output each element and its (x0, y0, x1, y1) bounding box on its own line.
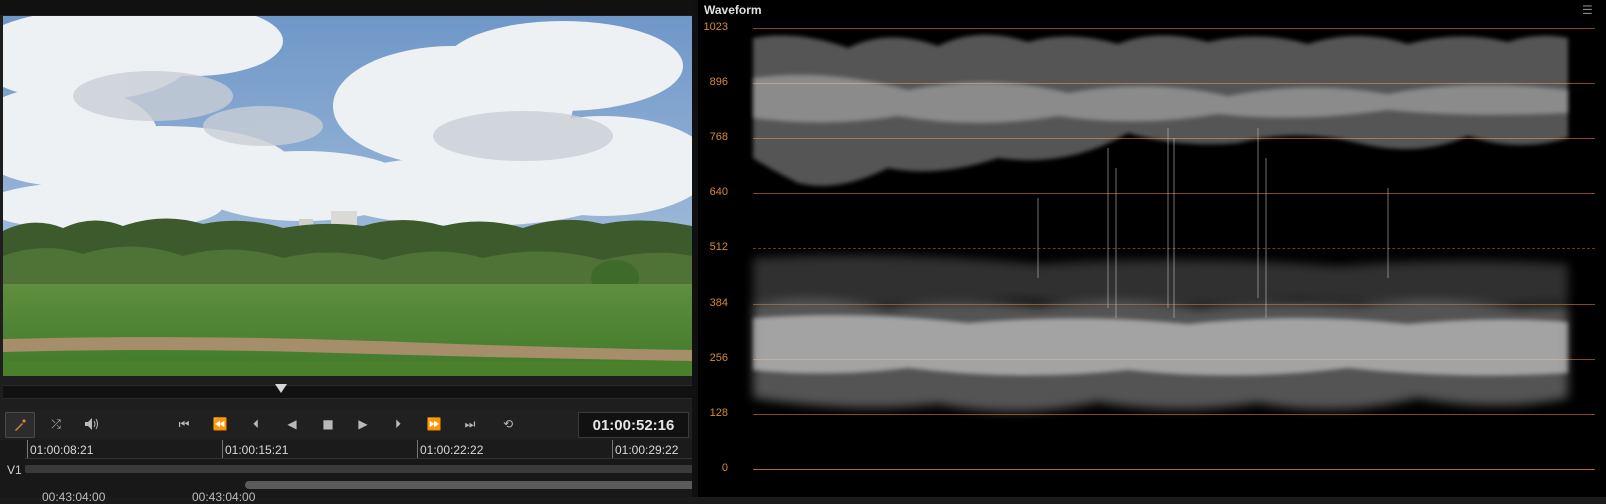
menu-icon[interactable]: ☰ (1582, 3, 1593, 17)
viewer-header (0, 0, 692, 15)
scale-label: 128 (709, 407, 728, 419)
loop-icon[interactable]: ⟲ (495, 413, 521, 435)
ruler-label: 01:00:08:21 (30, 443, 94, 457)
ruler-label: 01:00:29:22 (615, 443, 679, 457)
ruler-label: 01:00:22:22 (420, 443, 484, 457)
scale-label: 768 (709, 131, 728, 143)
stop-icon[interactable]: ■ (315, 413, 341, 435)
waveform-trace (753, 34, 1568, 412)
ruler-tick (417, 440, 418, 458)
rewind-icon[interactable]: ⏪ (207, 413, 233, 435)
waveform-plot: 1023 896 768 640 512 384 256 128 0 (698, 18, 1606, 497)
video-track-lane[interactable] (25, 465, 700, 473)
viewer-panel: ⤮ ⏮ ⏪ ⏴ ◀ ■ ▶ ⏵ ⏩ ⏭ ⟲ 01:00:52:16 01:00:… (0, 0, 700, 504)
landscape-image (3, 16, 692, 376)
skip-to-end-icon[interactable]: ⏭ (457, 413, 483, 435)
viewer-frame[interactable] (3, 16, 692, 376)
prev-frame-icon[interactable]: ⏴ (243, 413, 269, 435)
scale-label: 1023 (703, 21, 728, 33)
clip-timecode: 00:43:04:00 (192, 490, 256, 504)
mini-timeline: 01:00:08:21 01:00:15:21 01:00:22:22 01:0… (0, 440, 700, 504)
scale-label: 0 (721, 462, 728, 474)
skip-to-start-icon[interactable]: ⏮ (171, 413, 197, 435)
scale-label: 896 (709, 76, 728, 88)
color-picker-icon[interactable] (5, 412, 35, 438)
ruler-label: 01:00:15:21 (225, 443, 289, 457)
timecode-display[interactable]: 01:00:52:16 (578, 412, 689, 438)
waveform-panel: Waveform 1023 896 768 640 512 384 256 12… (698, 0, 1606, 497)
ruler-tick (612, 440, 613, 458)
track-label-v1: V1 (7, 463, 22, 477)
next-frame-icon[interactable]: ⏵ (385, 413, 411, 435)
scale-label: 640 (709, 186, 728, 198)
ruler-tick (27, 440, 28, 458)
scale-label: 512 (709, 241, 728, 253)
clip-timecode: 00:43:04:00 (42, 490, 106, 504)
scrub-bar[interactable] (3, 384, 692, 399)
play-icon[interactable]: ▶ (350, 413, 376, 435)
timeline-scrollbar[interactable] (245, 481, 700, 489)
scale-label: 384 (709, 297, 728, 309)
timeline-ruler[interactable]: 01:00:08:21 01:00:15:21 01:00:22:22 01:0… (25, 440, 700, 459)
transport-controls: ⤮ ⏮ ⏪ ⏴ ◀ ■ ▶ ⏵ ⏩ ⏭ ⟲ 01:00:52:16 (0, 410, 692, 438)
reverse-play-icon[interactable]: ◀ (279, 413, 305, 435)
playhead-marker[interactable] (275, 384, 287, 393)
scope-title: Waveform (704, 3, 762, 17)
ruler-tick (222, 440, 223, 458)
scale-label: 256 (709, 352, 728, 364)
fast-forward-icon[interactable]: ⏩ (421, 413, 447, 435)
shuffle-icon[interactable]: ⤮ (43, 413, 69, 435)
volume-icon[interactable] (79, 413, 105, 435)
